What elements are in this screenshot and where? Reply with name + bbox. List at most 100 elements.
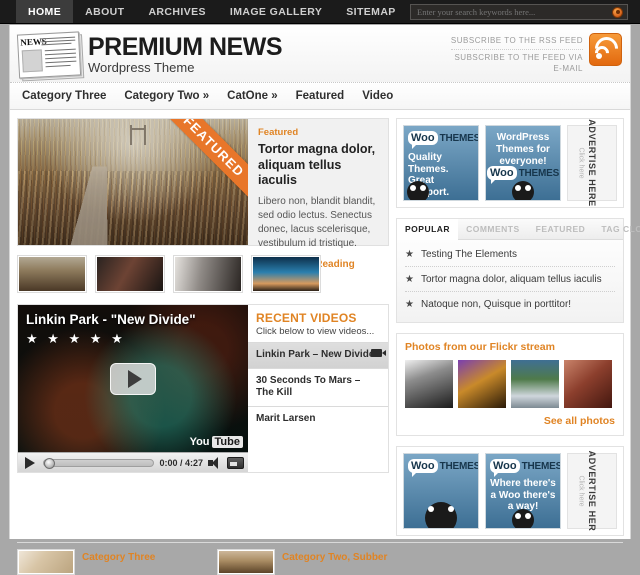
site-logo[interactable]: NEWS PREMIUM NEWS Wordpress Theme bbox=[16, 29, 283, 82]
thumb-street[interactable] bbox=[95, 255, 165, 293]
see-all-photos-link[interactable]: See all photos bbox=[544, 415, 615, 427]
list-item[interactable]: ★ Tortor magna dolor, aliquam tellus iac… bbox=[405, 267, 615, 292]
ad-block-top: Woo THEMES Quality Themes. Great Support… bbox=[396, 118, 624, 208]
ad-wordpress-themes[interactable]: WordPress Themes for everyone! Woo THEME… bbox=[485, 125, 561, 201]
post-thumb-field[interactable]: Category Two, Subber bbox=[217, 549, 407, 575]
search-go-icon[interactable] bbox=[612, 6, 623, 18]
flickr-photo-landscape[interactable] bbox=[511, 360, 559, 408]
list-item[interactable]: 30 Seconds To Mars – The Kill bbox=[248, 367, 388, 406]
post-thumbnail[interactable] bbox=[217, 549, 275, 575]
youtube-logo-tube: Tube bbox=[211, 436, 243, 448]
recent-videos-sub: Click below to view videos... bbox=[256, 326, 375, 337]
video-frame[interactable]: You Tube bbox=[18, 305, 248, 452]
recent-video-label-2: 30 Seconds To Mars – The Kill bbox=[256, 374, 361, 399]
advertise-here-sub: Click here bbox=[577, 475, 585, 507]
ninja-mascot-icon bbox=[407, 181, 429, 200]
page-title: PREMIUM NEWS bbox=[88, 33, 283, 61]
ad-woothemes-way[interactable]: Woo THEMES Where there's a Woo there's a… bbox=[485, 453, 561, 529]
ad-block-bottom: Woo THEMES Woo THEMES Where there's a Wo… bbox=[396, 446, 624, 536]
video-player[interactable]: Linkin Park - "New Divide" ★ ★ ★ ★ ★ You… bbox=[18, 305, 248, 472]
seek-handle[interactable] bbox=[44, 457, 55, 469]
advertise-here-slot[interactable]: ADVERTISE HERE Click here bbox=[567, 119, 617, 207]
catnav-item-featured[interactable]: Featured bbox=[292, 90, 359, 102]
flickr-photo-lights[interactable] bbox=[458, 360, 506, 408]
popular-list: ★ Testing The Elements ★ Tortor magna do… bbox=[397, 240, 623, 322]
top-nav-items: HOME ABOUT ARCHIVES IMAGE GALLERY SITEMA… bbox=[0, 0, 408, 23]
flickr-photo-buildings[interactable] bbox=[405, 360, 453, 408]
woothemes-logo: Woo THEMES bbox=[408, 459, 478, 477]
search-box[interactable] bbox=[410, 4, 628, 20]
search-input[interactable] bbox=[415, 6, 612, 18]
fullscreen-icon[interactable] bbox=[227, 456, 244, 469]
list-item[interactable]: ★ Natoque non, Quisque in porttitor! bbox=[405, 292, 615, 316]
bottom-post-row: Category Three Category Two, Subber bbox=[17, 549, 623, 575]
play-icon[interactable] bbox=[25, 456, 35, 469]
list-item[interactable]: Marit Larsen bbox=[248, 405, 388, 432]
nav-item-image-gallery[interactable]: IMAGE GALLERY bbox=[218, 0, 334, 23]
woothemes-word: THEMES bbox=[439, 132, 479, 144]
post-thumb-flowers[interactable]: Category Three bbox=[17, 549, 207, 575]
thumb-portrait[interactable] bbox=[173, 255, 243, 293]
list-item[interactable]: Linkin Park – New Divide bbox=[248, 342, 388, 368]
video-rating-stars[interactable]: ★ ★ ★ ★ ★ bbox=[26, 331, 126, 347]
ad-woothemes-mascot[interactable]: Woo THEMES bbox=[403, 453, 479, 529]
woothemes-logo: Woo THEMES bbox=[490, 459, 560, 477]
woothemes-word: THEMES bbox=[521, 460, 561, 472]
catnav-item-catone[interactable]: CatOne » bbox=[223, 90, 292, 102]
tab-comments[interactable]: COMMENTS bbox=[458, 219, 528, 239]
post-category-label[interactable]: Category Three bbox=[82, 549, 155, 575]
video-camera-icon bbox=[371, 349, 386, 357]
advertise-here-title: ADVERTISE HERE bbox=[587, 119, 597, 207]
tab-popular[interactable]: POPULAR bbox=[397, 219, 459, 240]
brand-text: PREMIUM NEWS Wordpress Theme bbox=[88, 29, 283, 74]
flickr-photo-archway[interactable] bbox=[564, 360, 612, 408]
sidebar: Woo THEMES Quality Themes. Great Support… bbox=[396, 118, 640, 536]
thumb-seascape[interactable] bbox=[251, 255, 321, 293]
nav-item-archives[interactable]: ARCHIVES bbox=[136, 0, 217, 23]
see-all-photos-row: See all photos bbox=[405, 415, 615, 427]
ad-row: Woo THEMES Quality Themes. Great Support… bbox=[403, 119, 617, 207]
nav-item-sitemap[interactable]: SITEMAP bbox=[334, 0, 407, 23]
ad-woothemes-quality[interactable]: Woo THEMES Quality Themes. Great Support… bbox=[403, 125, 479, 201]
woothemes-bubble: Woo bbox=[408, 459, 438, 477]
rss-feed-link[interactable]: SUBSCRIBE TO THE RSS FEED bbox=[451, 35, 583, 47]
post-thumbnail[interactable] bbox=[17, 549, 75, 575]
email-feed-link-2[interactable]: E-MAIL bbox=[451, 63, 583, 75]
nav-item-home[interactable]: HOME bbox=[16, 0, 74, 23]
catnav-item-category-three[interactable]: Category Three bbox=[18, 90, 120, 102]
volume-icon[interactable] bbox=[208, 456, 222, 469]
flickr-widget: Photos from our Flickr stream See all ph… bbox=[396, 333, 624, 436]
popular-item-label-2: Tortor magna dolor, aliquam tellus iacul… bbox=[420, 274, 602, 285]
featured-title[interactable]: Tortor magna dolor, aliquam tellus iacul… bbox=[258, 142, 380, 189]
seek-slider[interactable] bbox=[43, 457, 155, 469]
video-controls: 0:00 / 4:27 bbox=[18, 452, 248, 472]
featured-excerpt: Libero non, blandit blandit, sed odio le… bbox=[258, 195, 376, 250]
catnav-item-category-two[interactable]: Category Two » bbox=[120, 90, 223, 102]
flickr-photo-grid bbox=[405, 360, 615, 408]
post-category-label[interactable]: Category Two, Subber bbox=[282, 549, 387, 575]
main-content-column: FEATURED Featured Tortor magna dolor, al… bbox=[17, 118, 389, 536]
list-item[interactable]: ★ Testing The Elements bbox=[405, 242, 615, 267]
nav-item-about[interactable]: ABOUT bbox=[73, 0, 136, 23]
main-columns: FEATURED Featured Tortor magna dolor, al… bbox=[10, 110, 640, 536]
thumb-boardwalk[interactable] bbox=[17, 255, 87, 293]
divider bbox=[450, 48, 583, 50]
rss-feed-icon[interactable] bbox=[589, 32, 623, 66]
popular-item-label-3: Natoque non, Quisque in porttitor! bbox=[420, 299, 572, 310]
tab-tag-cloud[interactable]: TAG CLOUD bbox=[593, 219, 640, 239]
flickr-heading: Photos from our Flickr stream bbox=[405, 341, 555, 353]
email-feed-link[interactable]: SUBSCRIBE TO THE FEED VIA bbox=[451, 52, 583, 64]
page-root: HOME ABOUT ARCHIVES IMAGE GALLERY SITEMA… bbox=[0, 0, 640, 575]
tab-featured[interactable]: FEATURED bbox=[528, 219, 594, 239]
divider bbox=[17, 542, 623, 543]
catnav-item-video[interactable]: Video bbox=[358, 90, 407, 102]
recent-video-label-1: Linkin Park – New Divide bbox=[256, 349, 375, 360]
featured-text: Featured Tortor magna dolor, aliquam tel… bbox=[248, 119, 388, 270]
advertise-here-slot[interactable]: ADVERTISE HER Click here bbox=[567, 451, 617, 531]
recent-videos-list: RECENT VIDEOS Click below to view videos… bbox=[248, 305, 388, 472]
rss-links: SUBSCRIBE TO THE RSS FEED SUBSCRIBE TO T… bbox=[450, 33, 589, 75]
featured-image[interactable]: FEATURED bbox=[18, 119, 248, 245]
recent-videos-header: RECENT VIDEOS Click below to view videos… bbox=[248, 305, 388, 342]
ninja-mascot-icon bbox=[425, 502, 457, 528]
play-icon[interactable] bbox=[110, 362, 156, 395]
